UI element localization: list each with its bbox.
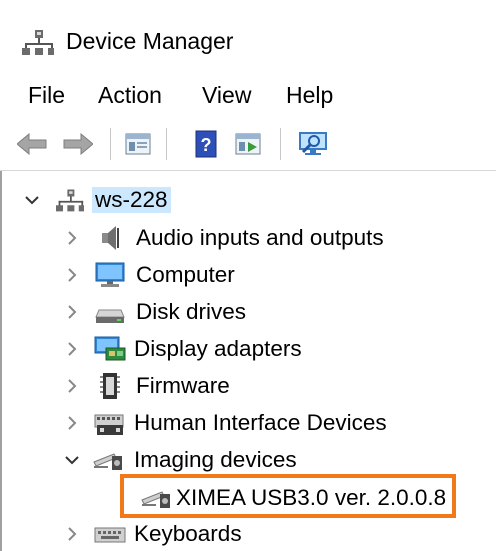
chevron-right-icon[interactable] — [62, 302, 82, 322]
scan-hardware-button[interactable] — [298, 128, 330, 160]
scan-hardware-icon — [299, 132, 327, 155]
svg-text:?: ? — [201, 135, 212, 155]
tree-item-display-adapters[interactable]: Display adapters — [62, 332, 302, 366]
title-bar: Device Manager — [0, 0, 496, 76]
menu-action[interactable]: Action — [96, 82, 164, 109]
toolbar-separator — [110, 128, 111, 160]
window-title: Device Manager — [66, 28, 234, 54]
tree-item-audio[interactable]: Audio inputs and outputs — [62, 221, 384, 255]
toolbar-separator — [166, 128, 167, 160]
menu-file[interactable]: File — [26, 82, 67, 109]
help-icon: ? — [195, 130, 217, 158]
tree-item-disk-drives[interactable]: Disk drives — [62, 295, 246, 329]
tree-item-label[interactable]: Computer — [136, 262, 235, 288]
tree-item-label[interactable]: Display adapters — [134, 336, 302, 362]
toolbar: ? — [0, 118, 496, 171]
tree-item-keyboards[interactable]: Keyboards — [62, 517, 242, 551]
update-driver-icon — [235, 133, 261, 155]
tree-item-computer[interactable]: Computer — [62, 258, 235, 292]
chevron-right-icon[interactable] — [62, 376, 82, 396]
menu-bar: File Action View Help — [0, 76, 496, 116]
camera-icon — [92, 445, 124, 475]
forward-icon — [63, 133, 93, 155]
tree-item-label[interactable]: Keyboards — [134, 521, 242, 547]
forward-button[interactable] — [62, 128, 94, 160]
monitor-icon — [94, 260, 126, 290]
chevron-down-icon[interactable] — [62, 450, 82, 470]
tree-root[interactable]: ws-228 — [22, 183, 171, 217]
properties-icon — [125, 133, 151, 155]
menu-view[interactable]: View — [200, 82, 253, 109]
tree-item-firmware[interactable]: Firmware — [62, 369, 230, 403]
back-icon — [17, 133, 47, 155]
hid-icon — [94, 408, 126, 438]
tree-item-imaging-devices[interactable]: Imaging devices — [62, 443, 297, 477]
highlight-box — [120, 474, 456, 518]
tree-item-label[interactable]: Audio inputs and outputs — [136, 225, 384, 251]
tree-item-human-interface-devices[interactable]: Human Interface Devices — [62, 406, 387, 440]
chevron-right-icon[interactable] — [62, 228, 82, 248]
toolbar-separator — [280, 128, 281, 160]
disk-drive-icon — [94, 297, 126, 327]
update-driver-button[interactable] — [232, 128, 264, 160]
tree-item-label[interactable]: Disk drives — [136, 299, 246, 325]
speaker-icon — [94, 223, 126, 253]
chevron-right-icon[interactable] — [62, 339, 82, 359]
computer-network-icon — [54, 185, 86, 215]
chevron-down-icon[interactable] — [22, 190, 42, 210]
help-button[interactable]: ? — [190, 128, 222, 160]
menu-help[interactable]: Help — [284, 82, 335, 109]
back-button[interactable] — [16, 128, 48, 160]
device-manager-icon — [22, 30, 54, 55]
tree-item-label[interactable]: Imaging devices — [134, 447, 297, 473]
tree-root-label[interactable]: ws-228 — [92, 187, 171, 213]
chevron-right-icon[interactable] — [62, 524, 82, 544]
properties-button[interactable] — [122, 128, 154, 160]
chevron-right-icon[interactable] — [62, 413, 82, 433]
chevron-right-icon[interactable] — [62, 265, 82, 285]
chip-icon — [94, 371, 126, 401]
keyboard-icon — [94, 519, 126, 549]
tree-item-label[interactable]: Human Interface Devices — [134, 410, 387, 436]
tree-item-label[interactable]: Firmware — [136, 373, 230, 399]
display-adapter-icon — [94, 334, 126, 364]
